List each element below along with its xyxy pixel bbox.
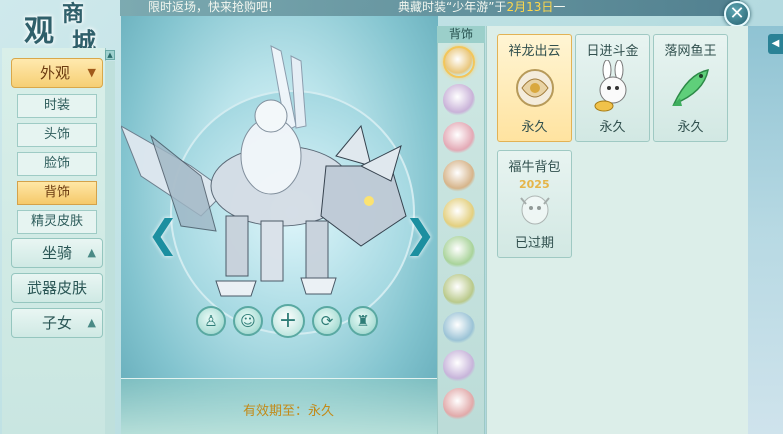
outfit-button[interactable]: ♜ <box>348 306 378 336</box>
rotate-icon: ⟳ <box>320 312 334 330</box>
nav-category-mount[interactable]: 坐骑 ▲ <box>11 238 103 268</box>
chevron-right-icon: ❯ <box>404 212 436 256</box>
nav-category-children[interactable]: 子女 ▲ <box>11 308 103 338</box>
item-name: 祥龙出云 <box>508 44 561 59</box>
marquee-right-text: 典藏时装“少年游”于2月13日一 <box>398 0 566 14</box>
thumbnail-item[interactable] <box>443 160 475 192</box>
logo-char: 观 <box>24 14 54 49</box>
thumbnail-item[interactable] <box>443 350 475 382</box>
item-status: 已过期 <box>514 236 554 251</box>
nav-scroll-up-button[interactable]: ▲ <box>105 50 115 60</box>
thumbnail-column-header: 背饰 <box>437 26 485 43</box>
chevron-up-icon: ▲ <box>87 316 96 329</box>
expiry-text: 有效期至：永久 <box>243 404 335 419</box>
marquee-left-text: 限时返场，快来抢购吧! <box>148 0 273 14</box>
item-status: 永久 <box>599 120 626 135</box>
nav-category-label: 坐骑 <box>41 244 72 262</box>
view-character-button[interactable]: ♙ <box>196 306 226 336</box>
arrow-left-icon: ◀ <box>771 38 780 49</box>
nav-sub-item-faceware[interactable]: 脸饰 <box>17 152 97 176</box>
side-collapse-tab[interactable]: ◀ <box>768 34 783 54</box>
dragon-cloud-icon <box>516 69 554 107</box>
ox-backpack-icon <box>520 195 550 225</box>
chevron-left-icon: ❮ <box>147 212 179 256</box>
previous-arrow-button[interactable]: ❮ <box>147 212 179 256</box>
nav-sub-item-backpiece[interactable]: 背饰 <box>17 181 97 205</box>
nav-category-weapon-skin[interactable]: 武器皮肤 <box>11 273 103 303</box>
thumbnail-item[interactable] <box>443 312 475 344</box>
thumbnail-item[interactable] <box>443 388 475 420</box>
thumbnail-item[interactable] <box>443 84 475 116</box>
item-name: 落网鱼王 <box>664 44 717 59</box>
nav-sub-item-headwear[interactable]: 头饰 <box>17 123 97 147</box>
announcement-marquee: 限时返场，快来抢购吧! 典藏时装“少年游”于2月13日一 <box>120 0 740 16</box>
category-dropdown[interactable]: 外观 ▼ <box>11 58 103 88</box>
item-card[interactable]: 福牛背包 2025 已过期 <box>497 150 572 258</box>
face-icon: ☺ <box>240 312 256 330</box>
nav-category-label: 子女 <box>41 314 72 332</box>
item-name: 日进斗金 <box>586 44 639 59</box>
nav-scrollbar[interactable] <box>105 61 115 434</box>
nav-sub-item-fashion[interactable]: 时装 <box>17 94 97 118</box>
rotate-button[interactable]: ⟳ <box>312 306 342 336</box>
thumbnail-item[interactable] <box>443 198 475 230</box>
item-card[interactable]: 日进斗金 永久 <box>575 34 650 142</box>
nav-sub-item-spirit-skin[interactable]: 精灵皮肤 <box>17 210 97 234</box>
item-card[interactable]: 落网鱼王 永久 <box>653 34 728 142</box>
thumbnail-item[interactable] <box>443 274 475 306</box>
thumbnail-item[interactable] <box>443 122 475 154</box>
item-status: 永久 <box>521 120 548 135</box>
nav-category-label: 武器皮肤 <box>26 279 87 297</box>
category-dropdown-label: 外观 <box>40 64 71 82</box>
thumbnail-item[interactable] <box>443 236 475 268</box>
item-status: 永久 <box>677 120 704 135</box>
plus-icon: + <box>278 308 298 333</box>
person-icon: ♙ <box>204 312 218 330</box>
chevron-up-icon: ▲ <box>87 246 96 259</box>
background-strip <box>748 26 783 434</box>
fish-king-icon <box>672 69 709 106</box>
rabbit-gold-icon <box>594 60 627 112</box>
item-card[interactable]: 祥龙出云 永久 <box>497 34 572 142</box>
outfit-icon: ♜ <box>356 312 370 330</box>
close-button[interactable]: ✕ <box>724 1 750 27</box>
next-arrow-button[interactable]: ❯ <box>404 212 436 256</box>
item-name: 福牛背包 <box>508 160 561 175</box>
view-face-button[interactable]: ☺ <box>233 306 263 336</box>
chevron-down-icon: ▼ <box>87 66 96 79</box>
thumbnail-item[interactable] <box>443 46 475 78</box>
close-icon: ✕ <box>729 3 745 24</box>
zoom-in-button[interactable]: + <box>271 304 305 338</box>
